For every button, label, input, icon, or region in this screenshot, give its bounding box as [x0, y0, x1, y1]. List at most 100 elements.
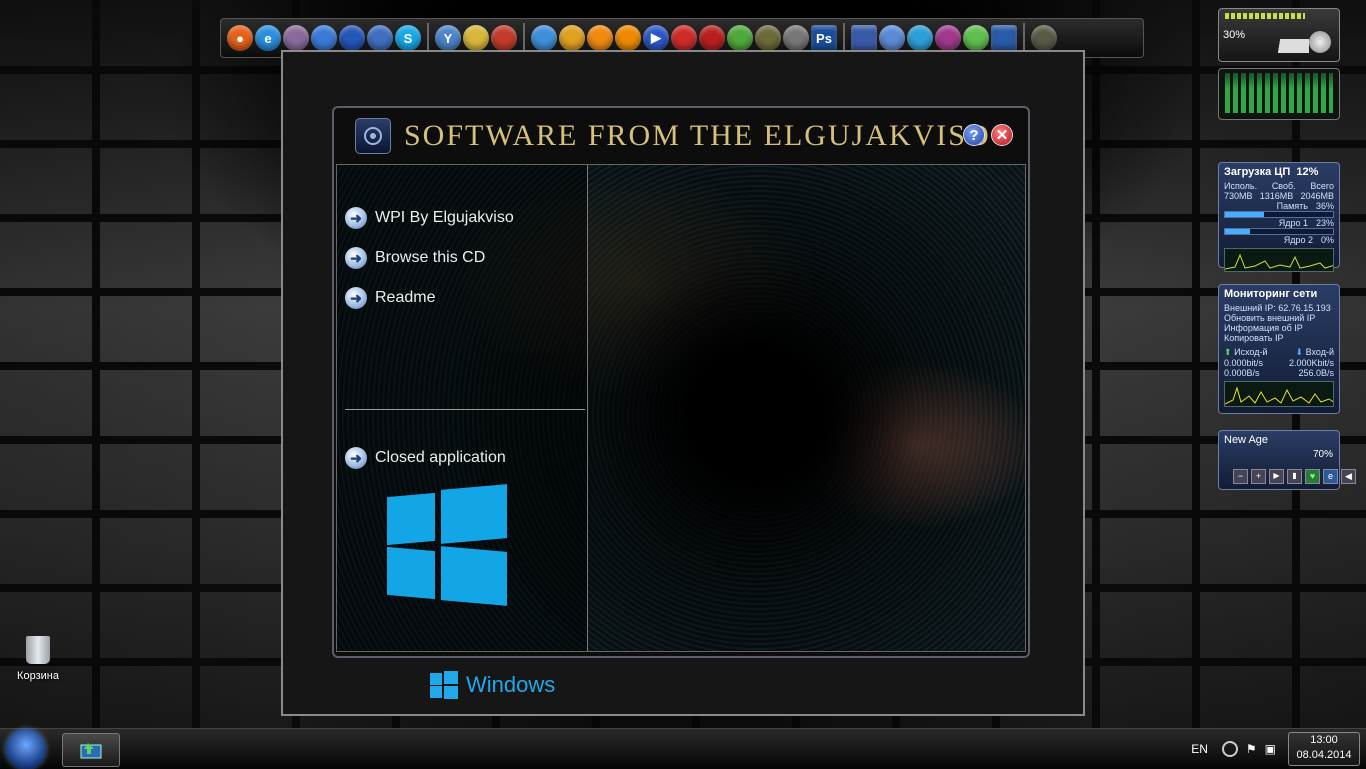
core1-value: 23%	[1315, 218, 1334, 228]
cpu-value: 12%	[1296, 166, 1319, 178]
menu-item-label: Closed application	[375, 449, 506, 466]
skype-icon[interactable]: S	[395, 25, 421, 51]
bookmark-icon[interactable]	[879, 25, 905, 51]
browser-icon[interactable]: e	[1323, 469, 1338, 484]
upload-bytes: 0.000B/s	[1224, 368, 1260, 378]
app-logo-icon	[355, 118, 391, 154]
menu-column: ➜ WPI By Elgujakviso ➜ Browse this CD ➜ …	[337, 165, 588, 651]
core1-bar-fill	[1225, 229, 1250, 234]
value-free: 1316MB	[1259, 191, 1294, 201]
photoshop-icon[interactable]: Ps	[811, 25, 837, 51]
aimp-icon[interactable]	[587, 25, 613, 51]
archive-icon[interactable]	[755, 25, 781, 51]
network-icon[interactable]: ▣	[1265, 742, 1276, 756]
menu-item-label: Browse this CD	[375, 249, 486, 266]
bag-icon[interactable]	[1031, 25, 1057, 51]
core2-value: 0%	[1320, 235, 1334, 245]
recycle-bin-label: Корзина	[17, 670, 59, 682]
vlc-icon[interactable]	[615, 25, 641, 51]
recycle-bin[interactable]: Корзина	[10, 636, 66, 682]
speaker-icon[interactable]: ◀	[1341, 469, 1356, 484]
clock[interactable]: 13:00 08.04.2014	[1288, 732, 1360, 766]
traffic-labels: ⬆ Исход-й ⬇ Вход-й	[1219, 347, 1339, 358]
device-icon[interactable]	[783, 25, 809, 51]
help-button[interactable]: ?	[963, 124, 985, 146]
language-indicator[interactable]: EN	[1191, 742, 1208, 756]
firefox-icon[interactable]: ●	[227, 25, 253, 51]
utorrent-icon[interactable]	[727, 25, 753, 51]
equalizer-bars	[1225, 73, 1333, 113]
start-button[interactable]	[6, 729, 46, 769]
arrow-right-icon: ➜	[345, 287, 367, 309]
window-title: SOFTWARE FROM THE ELGUJAKVISO	[404, 119, 991, 152]
header-free: Своб.	[1271, 181, 1296, 191]
monitor-icon[interactable]	[991, 25, 1017, 51]
volume-down-button[interactable]: −	[1233, 469, 1248, 484]
menu-item-readme[interactable]: ➜ Readme	[345, 285, 435, 311]
volume-up-button[interactable]: +	[1251, 469, 1266, 484]
tools-icon[interactable]	[559, 25, 585, 51]
clock-time: 13:00	[1310, 734, 1338, 746]
tor-icon[interactable]	[283, 25, 309, 51]
globe-icon[interactable]	[907, 25, 933, 51]
player-controls: − + ▶ ▮ ♥ e ◀	[1233, 469, 1356, 484]
dock-separator	[1023, 23, 1025, 53]
player-volume: 70%	[1312, 449, 1333, 460]
play-button[interactable]: ▶	[1269, 469, 1284, 484]
winrar-icon[interactable]	[935, 25, 961, 51]
memory-value: 36%	[1315, 201, 1334, 211]
ie-icon[interactable]: e	[255, 25, 281, 51]
cpu-title-row: Загрузка ЦП 12%	[1219, 163, 1339, 181]
network-icon[interactable]	[367, 25, 393, 51]
dock-separator	[523, 23, 525, 53]
ip-info-link[interactable]: Информация об IP	[1219, 323, 1339, 333]
network-graph	[1224, 381, 1334, 407]
arrow-right-icon: ➜	[345, 207, 367, 229]
gom-icon[interactable]	[671, 25, 697, 51]
cd-burn-icon[interactable]	[699, 25, 725, 51]
teamviewer-icon[interactable]	[531, 25, 557, 51]
menu-item-browse-cd[interactable]: ➜ Browse this CD	[345, 245, 485, 271]
action-center-flag-icon[interactable]: ⚑	[1246, 742, 1257, 756]
header-total: Всего	[1310, 181, 1334, 191]
track-title: New Age	[1224, 434, 1269, 446]
download-arrow-icon: ⬇	[1295, 347, 1304, 357]
menu-item-closed-application[interactable]: ➜ Closed application	[345, 445, 506, 471]
content-area: ➜ WPI By Elgujakviso ➜ Browse this CD ➜ …	[336, 164, 1026, 652]
favorite-icon[interactable]: ♥	[1305, 469, 1320, 484]
globe-icon[interactable]	[339, 25, 365, 51]
menu-item-wpi[interactable]: ➜ WPI By Elgujakviso	[345, 205, 514, 231]
copy-ip-link[interactable]: Копировать IP	[1219, 333, 1339, 343]
network-gadget: Мониторинг сети Внешний IP: 62.76.15.193…	[1218, 284, 1340, 414]
next-button[interactable]: ▮	[1287, 469, 1302, 484]
device-icon[interactable]	[963, 25, 989, 51]
volume-meter	[1225, 13, 1305, 19]
divider	[345, 409, 585, 410]
volume-gadget[interactable]: 30%	[1218, 8, 1340, 62]
app-window-icon	[80, 743, 102, 759]
settings-icon[interactable]	[463, 25, 489, 51]
media-icon[interactable]	[1221, 741, 1238, 757]
taskbar: EN ⚑ ▣ 13:00 08.04.2014	[0, 728, 1366, 769]
taskbar-app-button[interactable]	[62, 733, 120, 767]
header-used: Исполь.	[1224, 181, 1258, 191]
cpu-graph	[1224, 248, 1334, 272]
globe-icon[interactable]	[311, 25, 337, 51]
speaker-icon[interactable]	[1309, 31, 1331, 53]
close-button[interactable]: ✕	[991, 124, 1013, 146]
floppy-icon[interactable]	[851, 25, 877, 51]
refresh-ip-link[interactable]: Обновить внешний IP	[1219, 313, 1339, 323]
upload-arrow-icon: ⬆	[1224, 347, 1232, 357]
memory-bar-fill	[1225, 212, 1264, 217]
download-label: ⬇ Вход-й	[1295, 347, 1334, 357]
value-used: 730MB	[1224, 191, 1253, 201]
memory-bar	[1224, 211, 1334, 218]
core1-row: Ядро 1 23%	[1219, 218, 1339, 228]
external-ip: Внешний IP: 62.76.15.193	[1224, 303, 1331, 313]
yandex-icon[interactable]: Y	[435, 25, 461, 51]
cd-icon[interactable]	[491, 25, 517, 51]
media-player-icon[interactable]: ▶	[643, 25, 669, 51]
menu-item-label: Readme	[375, 289, 436, 306]
upload-label: ⬆ Исход-й	[1224, 347, 1268, 357]
volume-slider[interactable]	[1249, 39, 1309, 53]
